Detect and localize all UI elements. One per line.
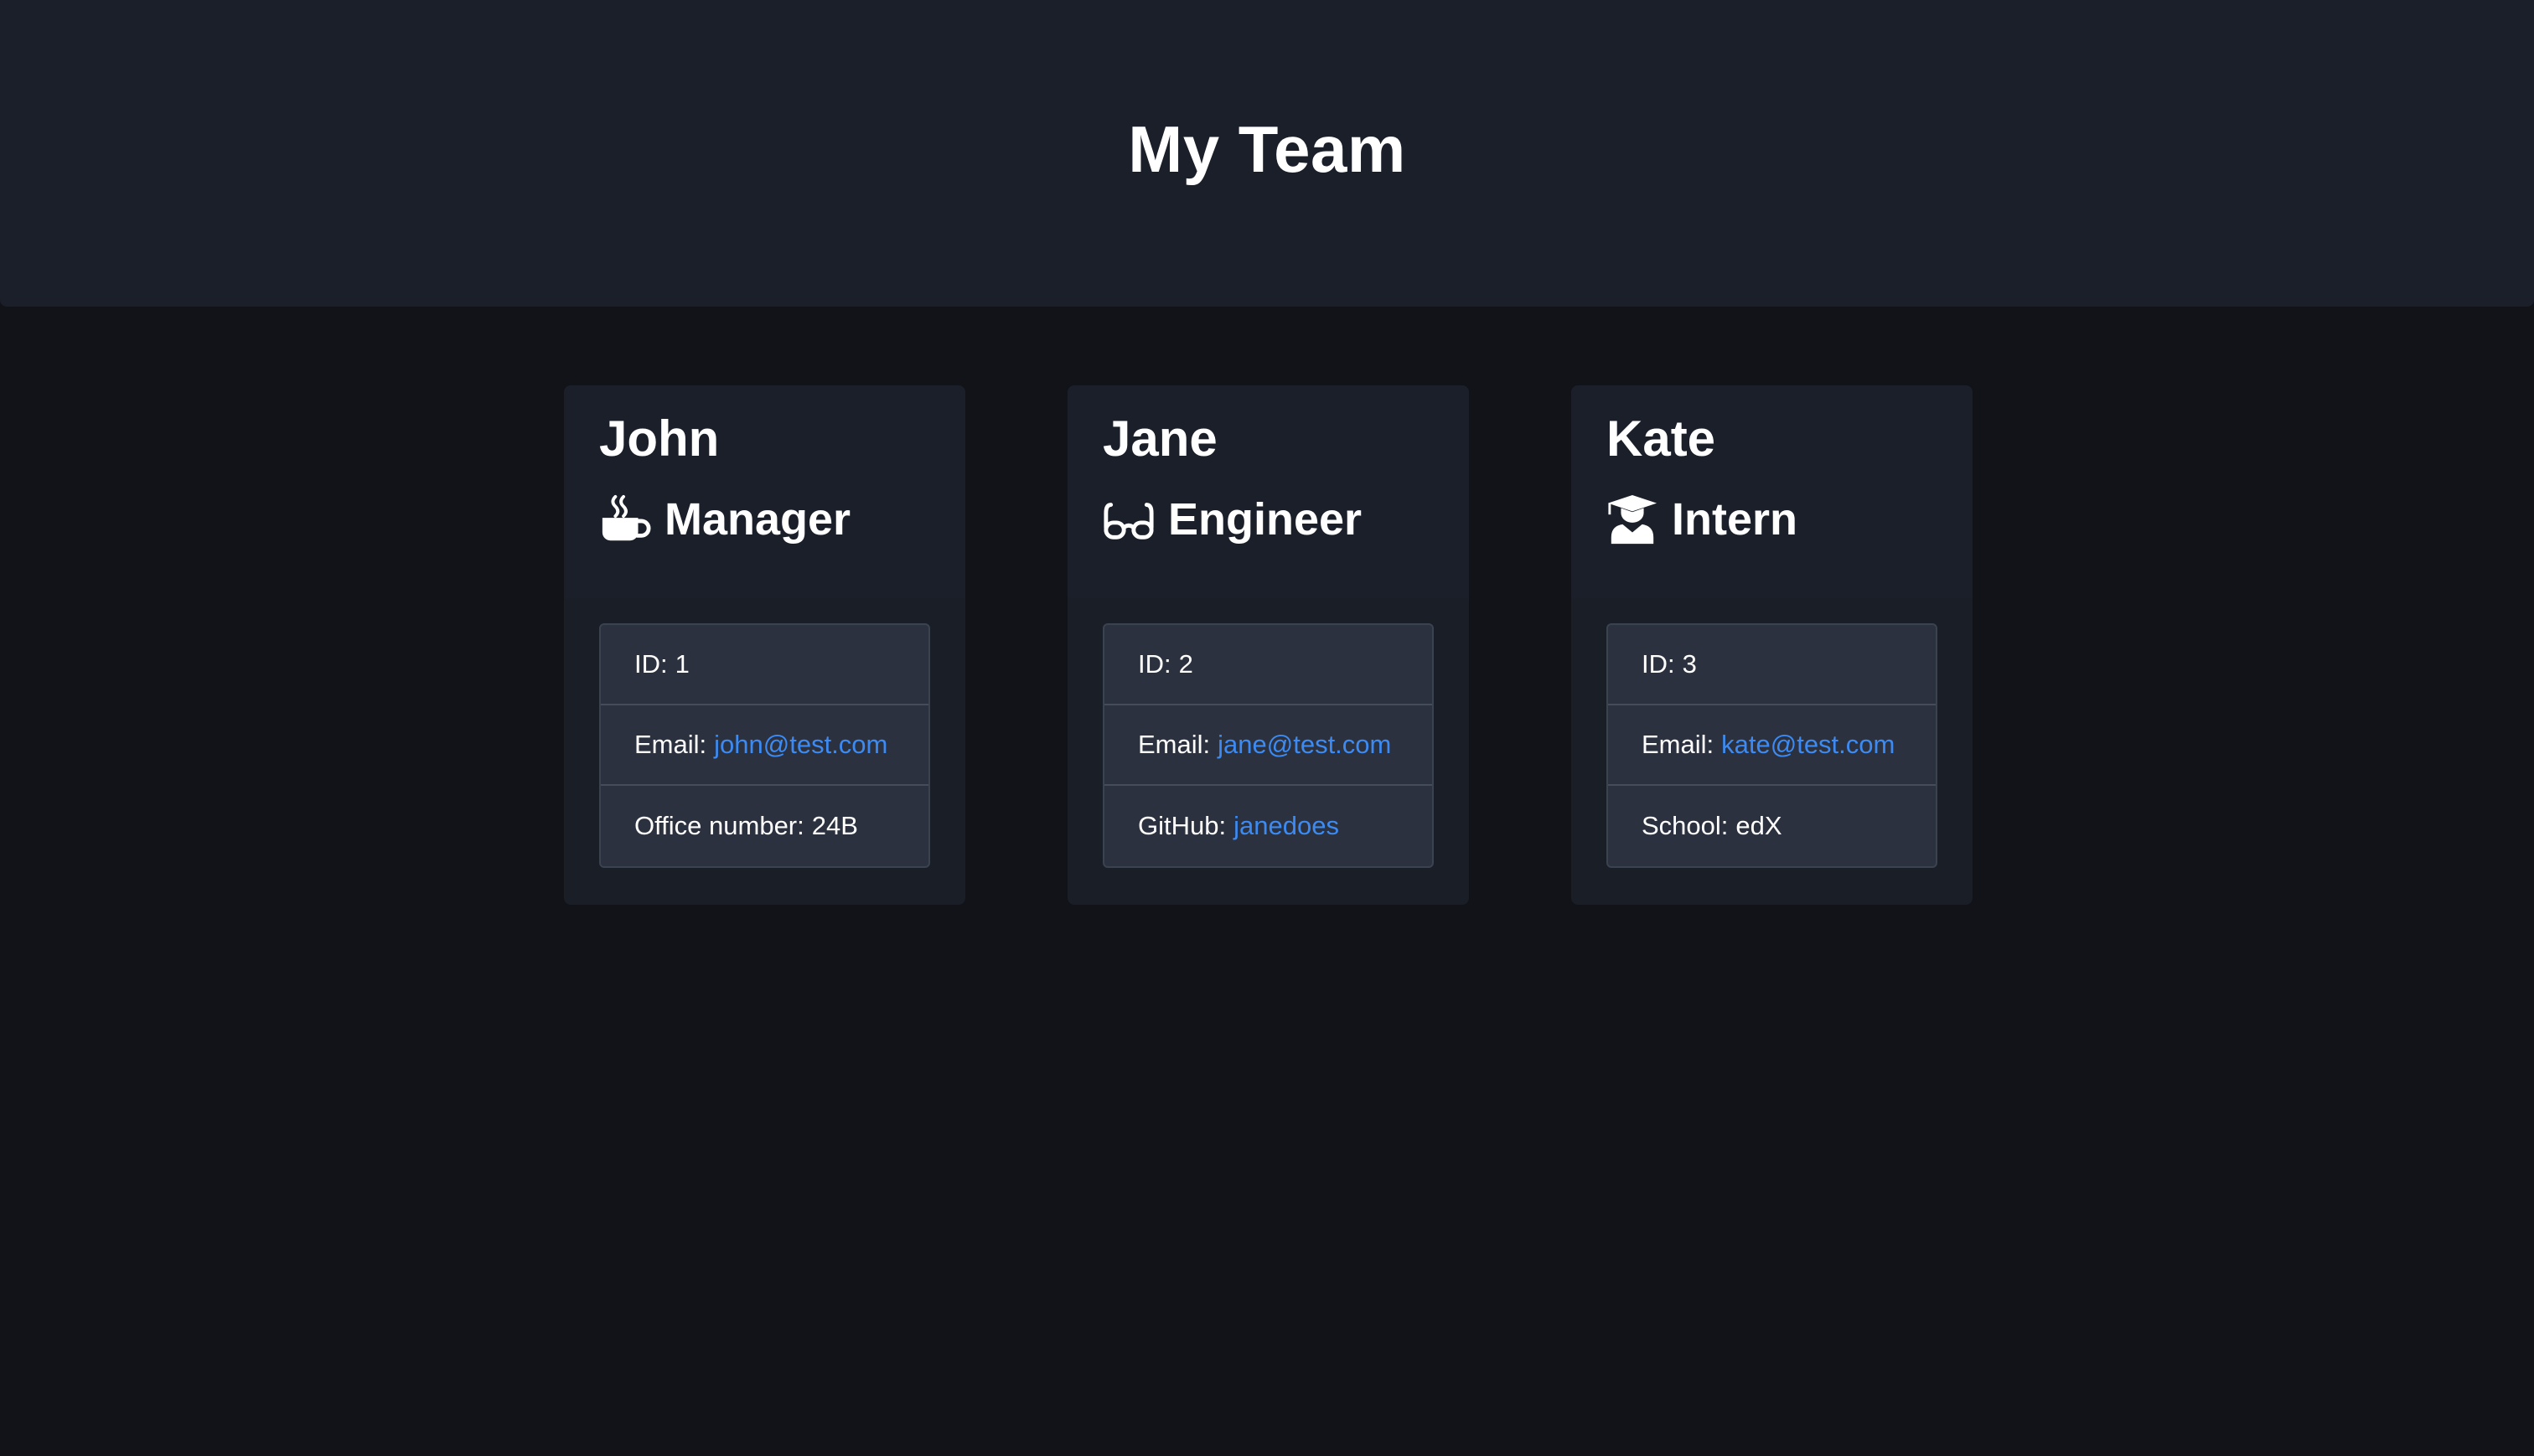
card-header: Kate Intern — [1571, 385, 1973, 598]
role-label: Manager — [665, 494, 851, 545]
coffee-icon — [599, 493, 651, 545]
id-value: 1 — [675, 649, 690, 679]
id-label: ID: — [1642, 649, 1675, 679]
id-value: 2 — [1178, 649, 1193, 679]
email-label: Email: — [1138, 730, 1211, 759]
role-label: Engineer — [1168, 494, 1363, 545]
employee-card-john: John Manager ID: 1 Email: john@test.com … — [564, 385, 965, 905]
employee-card-jane: Jane Engineer ID: 2 Email: jane@test.com… — [1068, 385, 1469, 905]
employee-email-row: Email: john@test.com — [601, 705, 928, 786]
glasses-icon — [1103, 493, 1155, 545]
employee-id-row: ID: 2 — [1104, 625, 1432, 705]
id-label: ID: — [634, 649, 668, 679]
school-label: School: — [1642, 811, 1729, 840]
employee-name: John — [599, 410, 720, 467]
github-link[interactable]: janedoes — [1233, 811, 1339, 841]
email-label: Email: — [634, 730, 707, 759]
office-number-row: Office number: 24B — [601, 786, 928, 866]
email-link[interactable]: kate@test.com — [1721, 730, 1895, 760]
employee-role: Manager — [599, 488, 930, 551]
id-value: 3 — [1682, 649, 1697, 679]
github-row: GitHub: janedoes — [1104, 786, 1432, 866]
page-title: My Team — [1128, 112, 1406, 186]
email-link[interactable]: john@test.com — [714, 730, 887, 760]
email-label: Email: — [1642, 730, 1714, 759]
office-number-label: Office number: — [634, 811, 804, 840]
github-label: GitHub: — [1138, 811, 1227, 840]
employee-details-list: ID: 3 Email: kate@test.com School: edX — [1606, 623, 1937, 868]
employee-role: Engineer — [1103, 488, 1434, 551]
employee-details-list: ID: 1 Email: john@test.com Office number… — [599, 623, 930, 868]
employee-details-list: ID: 2 Email: jane@test.com GitHub: janed… — [1103, 623, 1434, 868]
card-header: Jane Engineer — [1068, 385, 1469, 598]
team-cards: John Manager ID: 1 Email: john@test.com … — [564, 385, 1973, 905]
employee-id-row: ID: 1 — [601, 625, 928, 705]
id-label: ID: — [1138, 649, 1171, 679]
card-header: John Manager — [564, 385, 965, 598]
graduate-icon — [1606, 493, 1658, 545]
employee-id-row: ID: 3 — [1608, 625, 1936, 705]
employee-role: Intern — [1606, 488, 1937, 551]
school-row: School: edX — [1608, 786, 1936, 866]
email-link[interactable]: jane@test.com — [1218, 730, 1391, 760]
employee-name: Jane — [1103, 410, 1218, 467]
role-label: Intern — [1672, 494, 1798, 545]
employee-email-row: Email: jane@test.com — [1104, 705, 1432, 786]
employee-name: Kate — [1606, 410, 1716, 467]
header-banner: My Team — [0, 0, 2534, 307]
office-number-value: 24B — [811, 811, 858, 840]
school-value: edX — [1735, 811, 1782, 840]
employee-card-kate: Kate Intern ID: 3 Email: kate@test.com S… — [1571, 385, 1973, 905]
employee-email-row: Email: kate@test.com — [1608, 705, 1936, 786]
